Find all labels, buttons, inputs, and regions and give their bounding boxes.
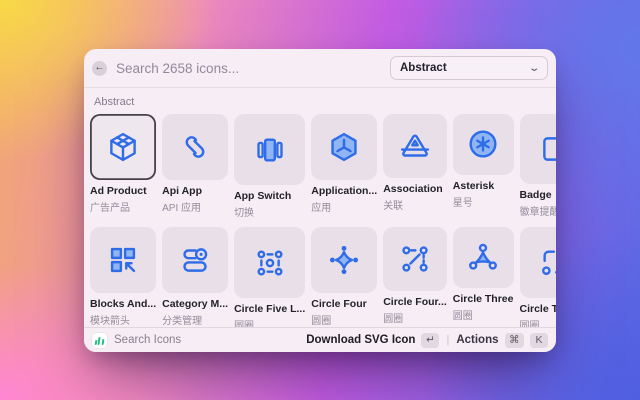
icon-name-label: Api App — [162, 184, 202, 197]
icon-cell: Circle Two L... 圆圈 — [519, 227, 557, 327]
icon-subtitle-label: 圆圈 — [311, 316, 332, 327]
icon-name-label: Association — [383, 182, 443, 195]
circle-two-line-icon — [541, 250, 556, 276]
icon-subtitle-label: 广告产品 — [90, 203, 130, 215]
icon-tile-app-switch[interactable] — [234, 114, 306, 186]
icon-name-label: Badge — [519, 189, 552, 202]
icon-name-label: Circle Two L... — [519, 302, 557, 315]
icon-name-label: App Switch — [234, 190, 292, 203]
icon-tile-association[interactable] — [383, 114, 447, 178]
extension-name: Search Icons — [114, 334, 182, 346]
icon-name-label: Circle Three — [452, 292, 514, 305]
icon-tile-api-app[interactable] — [162, 114, 229, 180]
icon-subtitle-label: 圆圈 — [519, 320, 540, 327]
icon-subtitle-label: 圆圈 — [452, 310, 473, 322]
badge-icon — [542, 137, 556, 162]
icon-cell: Circle Four... 圆圈 — [383, 227, 447, 327]
icon-name-label: Circle Four — [311, 298, 367, 311]
icon-cell: Circle Five L... 圆圈 — [234, 227, 306, 327]
icon-tile-category-management[interactable] — [162, 227, 229, 294]
asterisk-icon — [469, 130, 497, 158]
icon-name-label: Asterisk — [452, 179, 495, 192]
blocks-and-arrows-icon — [110, 248, 136, 273]
icon-tile-asterisk[interactable] — [452, 114, 514, 175]
icon-cell: Circle Four 圆圈 — [311, 227, 378, 327]
icon-cell: Category M... 分类管理 — [162, 227, 229, 327]
download-svg-label: Download SVG Icon — [306, 334, 416, 346]
footer-divider: | — [446, 334, 450, 346]
category-dropdown[interactable]: Abstract ⌄ — [390, 56, 548, 80]
icon-name-label: Application... — [311, 184, 378, 197]
icon-cell: App Switch 切换 — [234, 114, 306, 220]
icon-subtitle-label: API 应用 — [162, 202, 202, 214]
icon-cell: Badge 徽章提醒 — [519, 114, 557, 219]
api-app-icon — [185, 136, 205, 158]
icon-search-window: ← Search 2658 icons... Abstract ⌄ Abstra… — [84, 49, 556, 352]
icon-tile-circle-four[interactable] — [311, 227, 378, 294]
iconpark-logo-icon — [92, 332, 107, 348]
results-area: Abstract Ad Product 广告产品 Api App API 应用 App … — [84, 88, 556, 327]
icon-cell: Association 关联 — [383, 114, 447, 219]
icon-cell: Application... 应用 — [311, 114, 378, 219]
icon-subtitle-label: 分类管理 — [162, 316, 203, 327]
icon-subtitle-label: 关联 — [383, 200, 404, 212]
actions-label: Actions — [456, 334, 499, 346]
circle-three-icon — [469, 243, 498, 270]
icon-cell: Ad Product 广告产品 — [90, 114, 157, 219]
icon-subtitle-label: 星号 — [452, 197, 473, 209]
command-key-icon: ⌘ — [504, 332, 524, 348]
application-icon — [331, 132, 357, 162]
icon-name-label: Blocks And... — [90, 298, 157, 311]
category-dropdown-value: Abstract — [400, 62, 447, 74]
search-input[interactable]: Search 2658 icons... — [116, 61, 381, 76]
icon-tile-circle-two-line[interactable] — [519, 227, 556, 298]
icon-cell: Api App API 应用 — [162, 114, 229, 219]
actions-menu-button[interactable]: Actions ⌘ K — [456, 332, 548, 348]
icon-tile-circle-three[interactable] — [452, 227, 514, 288]
icon-name-label: Category M... — [162, 298, 229, 311]
circle-five-line-icon — [257, 250, 283, 276]
app-switch-icon — [256, 138, 283, 162]
ad-product-icon — [110, 132, 136, 162]
k-key-icon: K — [530, 332, 548, 348]
icon-cell: Asterisk 星号 — [452, 114, 514, 219]
icon-tile-circle-four-line[interactable] — [383, 227, 447, 291]
icon-subtitle-label: 徽章提醒 — [519, 207, 557, 219]
icon-subtitle-label: 应用 — [311, 202, 332, 214]
footer-bar: Search Icons Download SVG Icon ↵ | Actio… — [84, 327, 556, 352]
circle-four-line-icon — [402, 246, 428, 272]
icon-tile-application[interactable] — [311, 114, 378, 180]
return-key-icon: ↵ — [421, 332, 440, 348]
back-button[interactable]: ← — [92, 60, 107, 76]
icon-grid: Ad Product 广告产品 Api App API 应用 App Switch 切换 A… — [90, 114, 556, 327]
icon-cell: Blocks And... 模块箭头 — [90, 227, 157, 327]
icon-tile-badge[interactable] — [519, 114, 556, 185]
download-svg-action[interactable]: Download SVG Icon ↵ — [306, 332, 440, 348]
category-management-icon — [183, 248, 208, 273]
icon-tile-blocks-and-arrows[interactable] — [90, 227, 157, 294]
icon-name-label: Circle Five L... — [234, 303, 306, 316]
icon-subtitle-label: 模块箭头 — [90, 316, 130, 327]
circle-four-icon — [330, 246, 359, 275]
chevron-down-icon: ⌄ — [527, 62, 540, 74]
icon-tile-circle-five-line[interactable] — [234, 227, 306, 299]
arrow-left-icon: ← — [94, 62, 105, 73]
icon-cell: Circle Three 圆圈 — [452, 227, 514, 327]
icon-name-label: Circle Four... — [383, 295, 447, 308]
icon-subtitle-label: 切换 — [234, 208, 255, 220]
icon-subtitle-label: 圆圈 — [383, 313, 404, 325]
icon-tile-ad-product[interactable] — [90, 114, 157, 181]
icon-subtitle-label: 圆圈 — [234, 321, 255, 327]
icon-name-label: Ad Product — [90, 185, 147, 198]
section-label: Abstract — [94, 96, 135, 108]
association-icon — [400, 134, 430, 157]
search-header: ← Search 2658 icons... Abstract ⌄ — [84, 49, 556, 88]
